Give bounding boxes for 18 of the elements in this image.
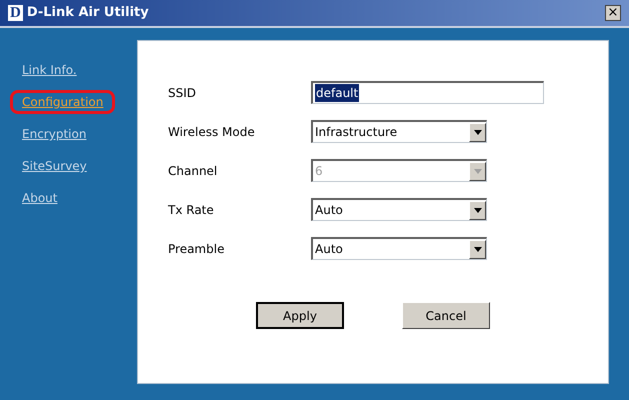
dialog-button[interactable]: Cancel [402, 302, 490, 329]
input-field[interactable]: default [311, 81, 544, 104]
dialog-button[interactable]: Apply [256, 302, 344, 329]
dropdown[interactable]: Auto [311, 237, 487, 260]
field-label: Wireless Mode [168, 124, 256, 140]
sidebar-link[interactable]: Encryption [10, 122, 98, 146]
dropdown[interactable]: Infrastructure [311, 120, 487, 143]
field-label: Preamble [168, 240, 226, 258]
sidebar-link[interactable]: About [10, 186, 70, 210]
field-label: Tx Rate [168, 202, 215, 218]
field-label: Channel [168, 162, 218, 180]
sidebar-link[interactable]: Link Info. [10, 58, 89, 82]
field-label: SSID [168, 84, 198, 102]
dropdown[interactable]: Auto [311, 198, 487, 221]
window-title: D-Link Air Utility [26, 4, 149, 22]
close-button[interactable]: × [605, 5, 621, 21]
sidebar-link[interactable]: SiteSurvey [10, 154, 99, 178]
logo: D [8, 5, 23, 21]
